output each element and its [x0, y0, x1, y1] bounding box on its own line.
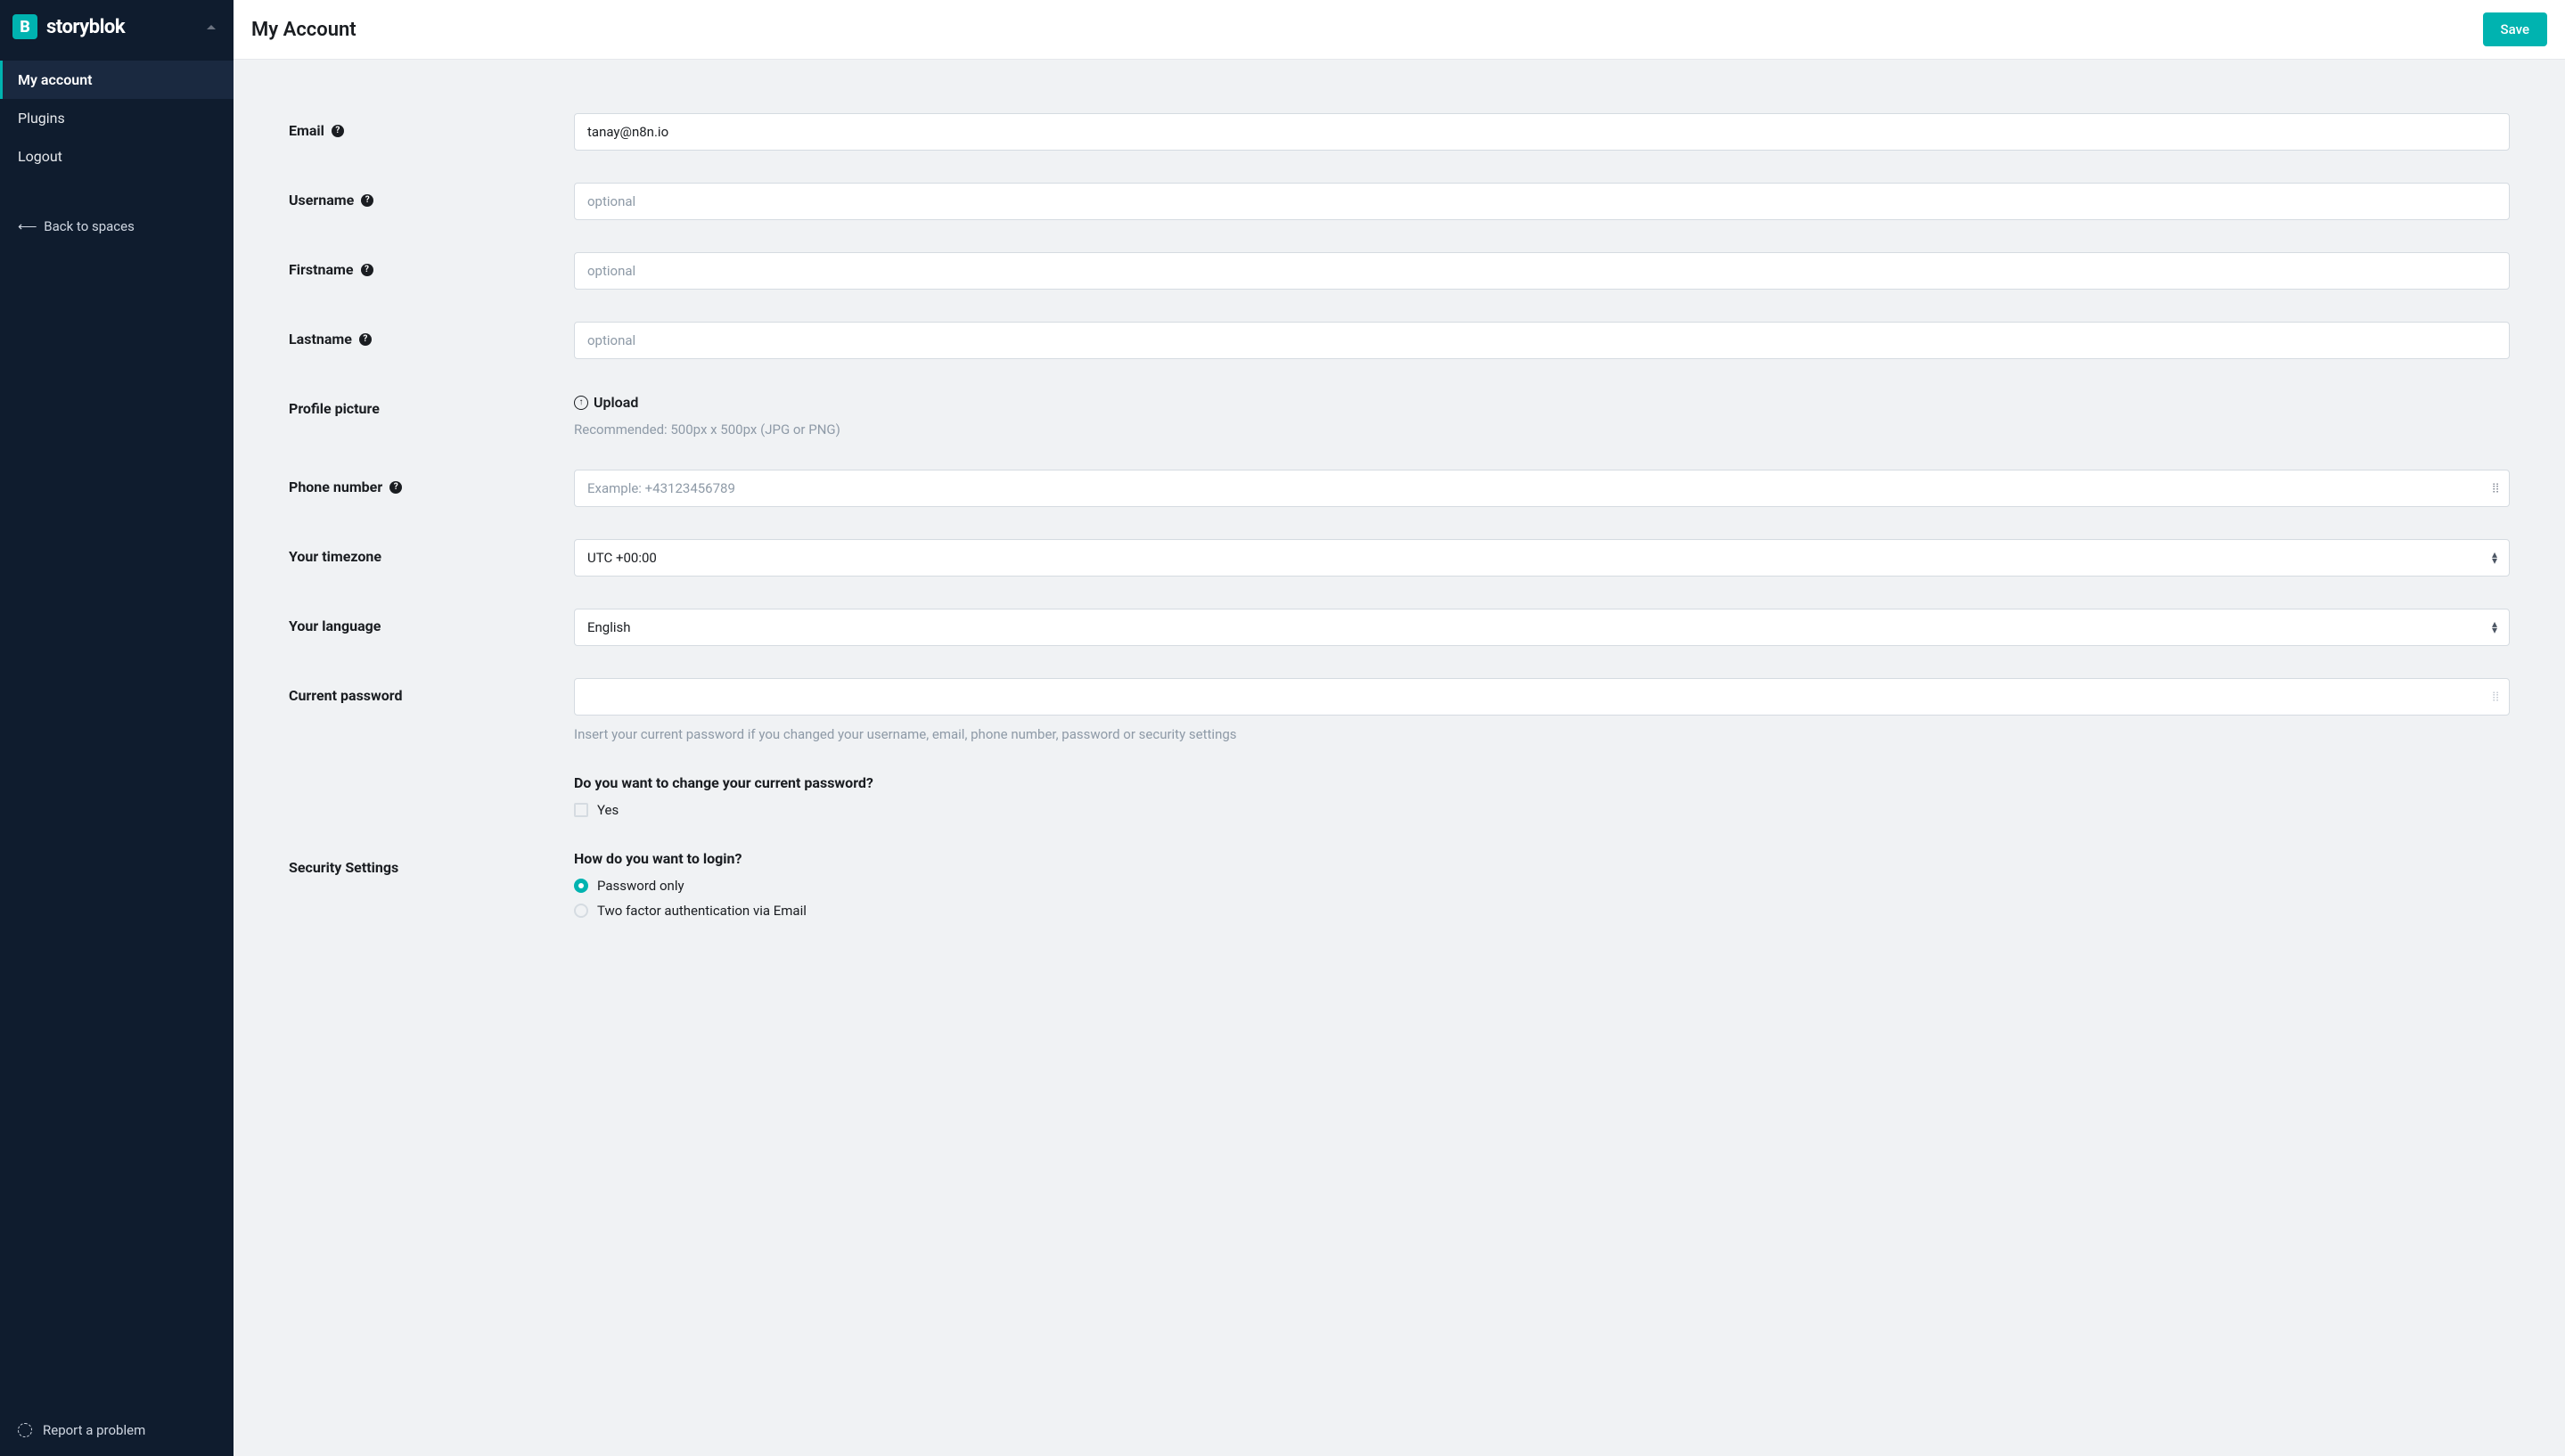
- sidebar-item-plugins[interactable]: Plugins: [0, 99, 234, 137]
- radio-password-only[interactable]: [574, 879, 588, 893]
- row-username: Username ?: [289, 183, 2510, 220]
- upload-label: Upload: [594, 394, 638, 411]
- logo-text: storyblok: [46, 16, 125, 38]
- row-timezone: Your timezone UTC +00:00 ▴▾: [289, 539, 2510, 577]
- current-password-hint: Insert your current password if you chan…: [574, 726, 2510, 742]
- report-problem-link[interactable]: Report a problem: [0, 1404, 234, 1456]
- label-security: Security Settings: [289, 850, 574, 876]
- back-label: Back to spaces: [44, 218, 135, 234]
- logo-icon: B: [12, 14, 37, 39]
- label-text-email: Email: [289, 122, 324, 139]
- label-text-current-password: Current password: [289, 687, 403, 704]
- change-password-question: Do you want to change your current passw…: [574, 774, 2510, 791]
- label-profile-picture: Profile picture: [289, 391, 574, 417]
- label-phone: Phone number ?: [289, 470, 574, 495]
- help-icon[interactable]: ?: [361, 264, 373, 276]
- sidebar-header[interactable]: B storyblok: [0, 0, 234, 53]
- profile-picture-hint: Recommended: 500px x 500px (JPG or PNG): [574, 421, 2510, 438]
- row-change-password: Do you want to change your current passw…: [289, 774, 2510, 818]
- sidebar-item-logout[interactable]: Logout: [0, 137, 234, 176]
- caret-up-icon[interactable]: [207, 25, 216, 29]
- row-profile-picture: Profile picture ↑ Upload Recommended: 50…: [289, 391, 2510, 438]
- help-icon[interactable]: ?: [332, 125, 344, 137]
- label-text-firstname: Firstname: [289, 261, 354, 278]
- label-timezone: Your timezone: [289, 539, 574, 565]
- page-title: My Account: [251, 19, 356, 41]
- upload-button[interactable]: ↑ Upload: [574, 392, 638, 411]
- change-password-checkbox[interactable]: [574, 803, 588, 817]
- label-text-security: Security Settings: [289, 859, 398, 876]
- sidebar-item-my-account[interactable]: My account: [0, 61, 234, 99]
- sidebar: B storyblok My account Plugins Logout ⟵ …: [0, 0, 234, 1456]
- radio-two-factor-email[interactable]: [574, 904, 588, 918]
- label-username: Username ?: [289, 183, 574, 209]
- radio-label-two-factor-email: Two factor authentication via Email: [597, 903, 807, 919]
- save-button[interactable]: Save: [2483, 12, 2547, 46]
- current-password-input[interactable]: [574, 678, 2510, 716]
- label-text-timezone: Your timezone: [289, 548, 381, 565]
- firstname-input[interactable]: [574, 252, 2510, 290]
- label-language: Your language: [289, 609, 574, 634]
- timezone-select[interactable]: UTC +00:00: [574, 539, 2510, 577]
- security-question: How do you want to login?: [574, 850, 2510, 867]
- upload-icon: ↑: [574, 396, 588, 410]
- help-icon[interactable]: ?: [389, 481, 402, 494]
- change-password-yes-label: Yes: [597, 802, 619, 818]
- report-label: Report a problem: [43, 1422, 145, 1438]
- label-lastname: Lastname ?: [289, 322, 574, 348]
- row-firstname: Firstname ?: [289, 252, 2510, 290]
- label-text-profile-picture: Profile picture: [289, 400, 380, 417]
- label-text-phone: Phone number: [289, 479, 382, 495]
- label-text-username: Username: [289, 192, 354, 209]
- label-text-language: Your language: [289, 618, 381, 634]
- content: Email ? Username ? Firstname ?: [234, 60, 2565, 1456]
- radio-label-password-only: Password only: [597, 878, 684, 894]
- arrow-left-icon: ⟵: [18, 218, 36, 234]
- help-icon[interactable]: ?: [361, 194, 373, 207]
- row-phone: Phone number ? ⁞⁞: [289, 470, 2510, 507]
- email-input[interactable]: [574, 113, 2510, 151]
- topbar: My Account Save: [234, 0, 2565, 60]
- phone-input[interactable]: [574, 470, 2510, 507]
- label-current-password: Current password: [289, 678, 574, 704]
- nav-list: My account Plugins Logout: [0, 53, 234, 176]
- row-security: Security Settings How do you want to log…: [289, 850, 2510, 928]
- lastname-input[interactable]: [574, 322, 2510, 359]
- row-email: Email ?: [289, 113, 2510, 151]
- username-input[interactable]: [574, 183, 2510, 220]
- back-to-spaces-link[interactable]: ⟵ Back to spaces: [0, 200, 234, 252]
- help-icon[interactable]: ?: [359, 333, 372, 346]
- row-current-password: Current password ⁞⁞ Insert your current …: [289, 678, 2510, 742]
- language-select[interactable]: English: [574, 609, 2510, 646]
- label-text-lastname: Lastname: [289, 331, 352, 348]
- main: My Account Save Email ? Username ? First: [234, 0, 2565, 1456]
- row-lastname: Lastname ?: [289, 322, 2510, 359]
- autofill-icon[interactable]: ⁞⁞: [2492, 690, 2499, 705]
- row-language: Your language English ▴▾: [289, 609, 2510, 646]
- label-email: Email ?: [289, 113, 574, 139]
- autofill-icon[interactable]: ⁞⁞: [2492, 481, 2499, 496]
- report-icon: [18, 1423, 32, 1437]
- label-firstname: Firstname ?: [289, 252, 574, 278]
